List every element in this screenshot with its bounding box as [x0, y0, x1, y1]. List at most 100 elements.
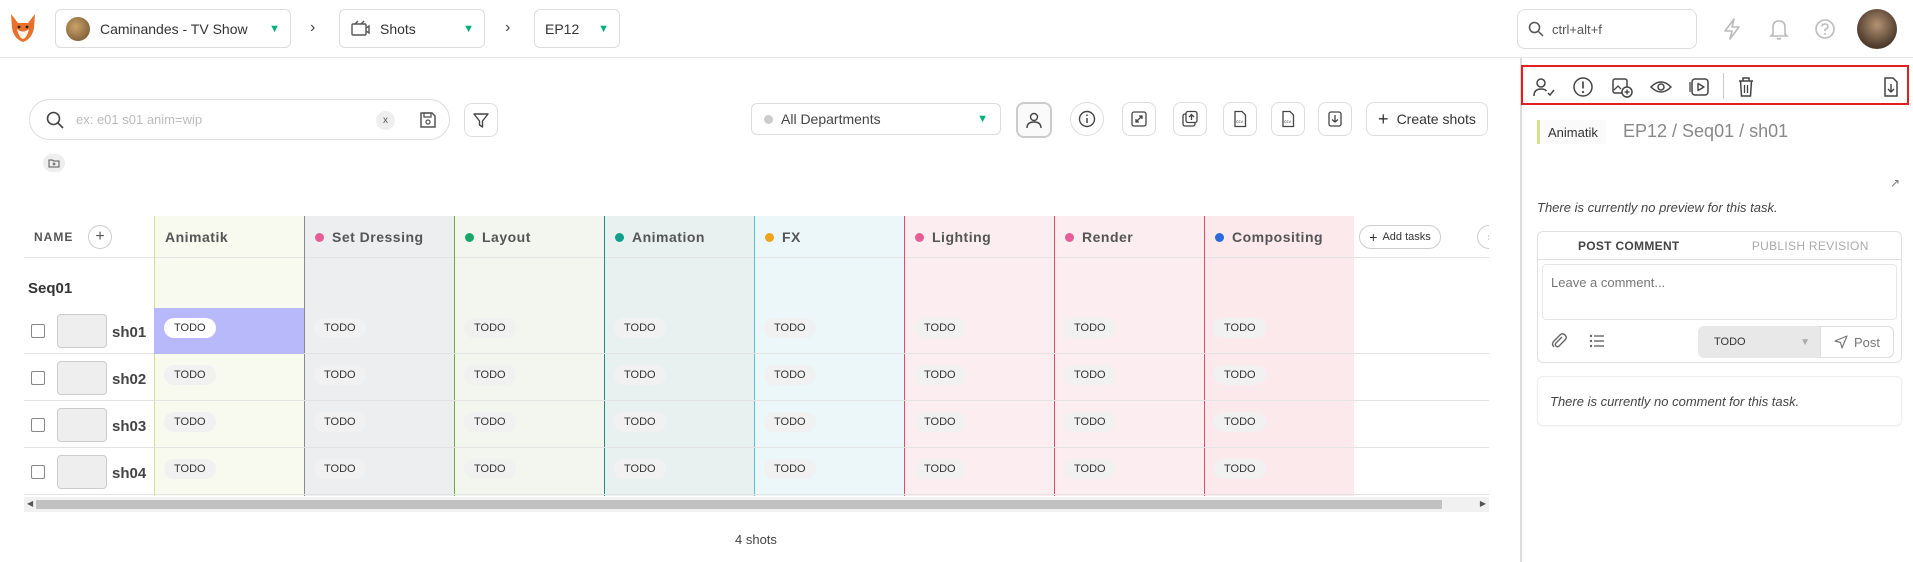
- scroll-left-icon[interactable]: ◀: [27, 499, 33, 508]
- more-columns-button[interactable]: ›: [1477, 225, 1489, 249]
- task-column-header[interactable]: Layout: [454, 216, 604, 258]
- task-status-cell[interactable]: TODO: [454, 449, 604, 495]
- import-button[interactable]: [1173, 102, 1207, 136]
- row-checkbox[interactable]: [31, 418, 45, 432]
- task-status-cell[interactable]: TODO: [154, 308, 304, 354]
- task-status-cell[interactable]: TODO: [454, 355, 604, 401]
- row-checkbox[interactable]: [31, 324, 45, 338]
- bell-icon[interactable]: [1767, 17, 1791, 41]
- task-status-cell[interactable]: TODO: [304, 308, 454, 354]
- expand-button[interactable]: [1122, 102, 1156, 136]
- shot-name[interactable]: sh02: [112, 371, 146, 388]
- tab-publish-revision[interactable]: PUBLISH REVISION: [1720, 232, 1902, 259]
- row-checkbox[interactable]: [31, 465, 45, 479]
- shot-search-input[interactable]: [76, 112, 356, 127]
- episode-selector[interactable]: EP12 ▼: [534, 9, 620, 48]
- csv-export-button[interactable]: csv: [1271, 102, 1305, 136]
- entity-path[interactable]: EP12 / Seq01 / sh01: [1623, 121, 1788, 142]
- name-column-header[interactable]: NAME: [34, 230, 73, 244]
- task-column-header[interactable]: Lighting: [904, 216, 1054, 258]
- task-status-cell[interactable]: TODO: [454, 308, 604, 354]
- task-status-cell[interactable]: TODO: [604, 402, 754, 448]
- task-status-cell[interactable]: TODO: [154, 355, 304, 401]
- shot-thumbnail[interactable]: [57, 408, 107, 442]
- task-status-cell[interactable]: TODO: [304, 402, 454, 448]
- scroll-right-icon[interactable]: ▶: [1480, 499, 1486, 508]
- department-filter-select[interactable]: All Departments ▼: [751, 103, 1001, 135]
- priority-icon[interactable]: [1572, 76, 1594, 98]
- eye-icon[interactable]: [1650, 76, 1672, 98]
- assign-user-icon[interactable]: [1533, 76, 1555, 98]
- production-selector[interactable]: Caminandes - TV Show ▼: [55, 9, 291, 48]
- task-status-cell[interactable]: TODO: [1204, 355, 1354, 401]
- task-status-cell[interactable]: TODO: [1054, 402, 1204, 448]
- task-status-cell[interactable]: TODO: [154, 449, 304, 495]
- download-icon[interactable]: [1880, 76, 1902, 98]
- global-search-input[interactable]: ctrl+alt+f: [1517, 9, 1697, 49]
- task-column-header[interactable]: Animatik: [154, 216, 304, 258]
- horizontal-scrollbar[interactable]: ◀ ▶: [24, 497, 1489, 512]
- shot-thumbnail[interactable]: [57, 361, 107, 395]
- shot-name[interactable]: sh01: [112, 324, 146, 341]
- task-status-cell[interactable]: TODO: [604, 308, 754, 354]
- attachment-icon[interactable]: [1550, 332, 1568, 350]
- shot-name[interactable]: sh04: [112, 465, 146, 482]
- tab-post-comment[interactable]: POST COMMENT: [1538, 232, 1720, 259]
- info-button[interactable]: [1070, 102, 1104, 136]
- task-status-cell[interactable]: TODO: [1204, 449, 1354, 495]
- task-column-header[interactable]: Compositing: [1204, 216, 1354, 258]
- kitsu-fox-logo[interactable]: [8, 12, 38, 44]
- clear-search-button[interactable]: x: [376, 111, 395, 130]
- checklist-icon[interactable]: [1588, 332, 1606, 350]
- add-folder-button[interactable]: [43, 154, 65, 172]
- task-column-header[interactable]: Set Dressing: [304, 216, 454, 258]
- scrollbar-thumb[interactable]: [36, 500, 1442, 509]
- task-column-header[interactable]: FX: [754, 216, 904, 258]
- comment-textarea[interactable]: [1542, 264, 1897, 320]
- trash-icon[interactable]: [1735, 76, 1757, 98]
- task-status-cell[interactable]: TODO: [304, 449, 454, 495]
- section-selector[interactable]: Shots ▼: [339, 9, 485, 48]
- plus-icon: +: [1378, 108, 1389, 129]
- task-status-cell[interactable]: TODO: [754, 308, 904, 354]
- task-status-cell[interactable]: TODO: [904, 308, 1054, 354]
- post-comment-button[interactable]: Post: [1820, 326, 1894, 358]
- add-tasks-button[interactable]: + Add tasks: [1359, 225, 1441, 249]
- task-status-cell[interactable]: TODO: [754, 355, 904, 401]
- row-checkbox[interactable]: [31, 371, 45, 385]
- add-column-button[interactable]: +: [88, 225, 112, 249]
- add-preview-icon[interactable]: [1611, 76, 1633, 98]
- filter-button[interactable]: [464, 103, 498, 137]
- task-status-cell[interactable]: TODO: [1054, 449, 1204, 495]
- task-column-header[interactable]: Render: [1054, 216, 1204, 258]
- task-status-cell[interactable]: TODO: [1054, 308, 1204, 354]
- task-status-cell[interactable]: TODO: [304, 355, 454, 401]
- expand-panel-icon[interactable]: ↗: [1890, 176, 1900, 190]
- download-button[interactable]: [1318, 102, 1352, 136]
- lightning-icon[interactable]: [1720, 17, 1744, 41]
- shot-thumbnail[interactable]: [57, 314, 107, 348]
- task-status-cell[interactable]: TODO: [604, 355, 754, 401]
- help-icon[interactable]: [1813, 17, 1837, 41]
- task-status-cell[interactable]: TODO: [604, 449, 754, 495]
- shot-thumbnail[interactable]: [57, 455, 107, 489]
- shot-name[interactable]: sh03: [112, 418, 146, 435]
- task-status-cell[interactable]: TODO: [154, 402, 304, 448]
- task-status-cell[interactable]: TODO: [904, 402, 1054, 448]
- csv-import-button[interactable]: csv: [1223, 102, 1257, 136]
- task-status-cell[interactable]: TODO: [1204, 308, 1354, 354]
- task-status-cell[interactable]: TODO: [754, 402, 904, 448]
- task-status-cell[interactable]: TODO: [1054, 355, 1204, 401]
- assignee-view-button[interactable]: [1016, 102, 1052, 138]
- task-status-cell[interactable]: TODO: [754, 449, 904, 495]
- playlist-icon[interactable]: [1689, 76, 1711, 98]
- task-status-cell[interactable]: TODO: [904, 449, 1054, 495]
- task-status-cell[interactable]: TODO: [454, 402, 604, 448]
- user-avatar[interactable]: [1857, 9, 1897, 49]
- create-shots-button[interactable]: + Create shots: [1366, 102, 1488, 136]
- save-search-icon[interactable]: [418, 110, 438, 130]
- task-status-cell[interactable]: TODO: [1204, 402, 1354, 448]
- task-status-cell[interactable]: TODO: [904, 355, 1054, 401]
- task-column-header[interactable]: Animation: [604, 216, 754, 258]
- status-select[interactable]: TODO ▼: [1698, 326, 1820, 358]
